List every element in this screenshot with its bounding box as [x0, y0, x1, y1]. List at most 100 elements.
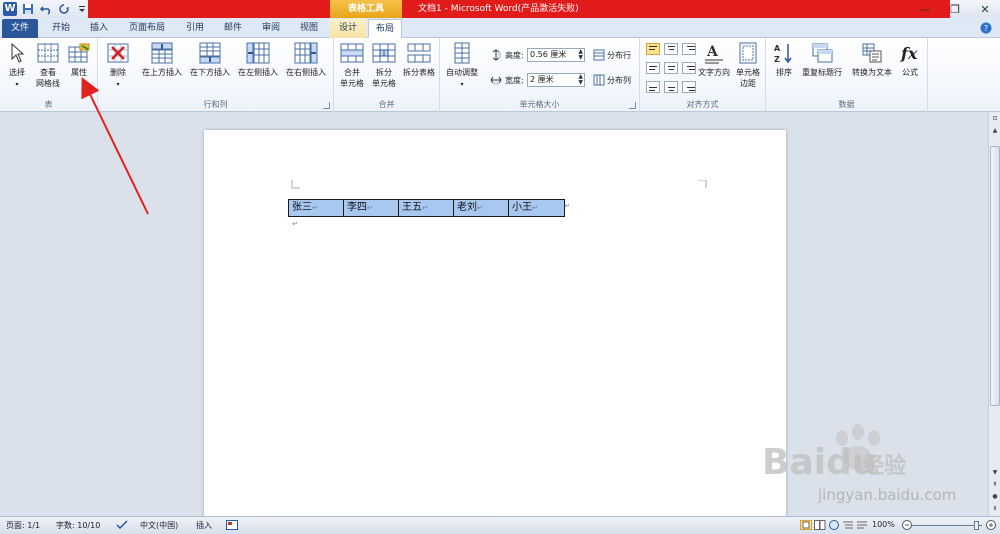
insert-below-button[interactable]: 在下方插入: [186, 41, 234, 78]
split-label-2: 单元格: [372, 79, 396, 88]
align-middle-left-button[interactable]: [646, 62, 660, 74]
outline-view-icon[interactable]: [842, 520, 854, 532]
split-table-button[interactable]: 拆分表格: [400, 41, 438, 78]
scroll-up-arrow-icon[interactable]: ▲: [990, 126, 1000, 136]
text-direction-button[interactable]: A 文字方向: [696, 41, 732, 78]
vertical-scrollbar[interactable]: ⊡ ▲ ▼ ⇞ ● ⇟: [988, 112, 1000, 516]
cell-size-dialog-launcher[interactable]: [629, 102, 636, 109]
quick-access-toolbar: W: [0, 0, 90, 18]
width-input[interactable]: 2 厘米 ▲ ▼: [527, 73, 585, 87]
word-logo-icon[interactable]: W: [2, 1, 18, 17]
convert-to-text-button[interactable]: 转换为文本: [848, 41, 896, 78]
page-count[interactable]: 页面: 1/1: [6, 520, 40, 531]
proofing-icon[interactable]: [116, 520, 128, 532]
zoom-in-icon[interactable]: [986, 520, 996, 532]
properties-button[interactable]: 属性: [64, 41, 94, 78]
help-icon[interactable]: ?: [978, 20, 994, 36]
align-top-left-button[interactable]: [646, 43, 660, 55]
zoom-slider-knob[interactable]: [974, 521, 979, 530]
table-cell[interactable]: 李四↵: [344, 200, 399, 216]
tab-home[interactable]: 开始: [46, 19, 76, 38]
merge-cells-button[interactable]: 合并 单元格: [336, 41, 368, 89]
table-cell[interactable]: 小王↵: [509, 200, 564, 216]
height-spinner-arrows[interactable]: ▲ ▼: [578, 49, 583, 61]
full-screen-reading-view-icon[interactable]: [814, 520, 826, 532]
zoom-level[interactable]: 100%: [872, 520, 895, 529]
align-middle-center-button[interactable]: [664, 62, 678, 74]
insert-mode-indicator[interactable]: 插入: [196, 520, 212, 531]
tab-layout[interactable]: 布局: [368, 19, 402, 38]
align-top-right-button[interactable]: [682, 43, 696, 55]
select-button[interactable]: 选择 ▾: [2, 41, 32, 90]
group-label-cell-size: 单元格大小: [519, 100, 560, 109]
repeat-header-icon: [810, 41, 834, 65]
scrollbar-thumb[interactable]: [990, 146, 1000, 406]
group-rows-columns: 删除 ▾ 在上方插入 在下方插入 在左侧插入 在右侧插入 行和列: [98, 38, 334, 112]
minimize-button[interactable]: —: [910, 0, 940, 18]
redo-icon[interactable]: [56, 1, 72, 17]
tab-design[interactable]: 设计: [330, 19, 366, 38]
previous-page-icon[interactable]: ⇞: [990, 480, 1000, 490]
width-label: 宽度:: [505, 75, 524, 85]
split-label-1: 拆分: [376, 68, 392, 77]
view-gridlines-button[interactable]: 查看 网格线: [32, 41, 64, 89]
svg-text:A: A: [706, 44, 719, 60]
sort-az-icon: AZ: [772, 41, 796, 65]
tab-page-layout[interactable]: 页面布局: [122, 19, 172, 38]
tab-review[interactable]: 审阅: [256, 19, 286, 38]
tab-references[interactable]: 引用: [180, 19, 210, 38]
close-button[interactable]: ✕: [970, 0, 1000, 18]
align-bottom-left-button[interactable]: [646, 81, 660, 93]
macro-record-icon[interactable]: [226, 520, 238, 532]
autofit-button[interactable]: 自动调整 ▾: [442, 41, 482, 90]
cell-margins-button[interactable]: 单元格 边距: [732, 41, 764, 89]
scroll-down-arrow-icon[interactable]: ▼: [990, 468, 1000, 478]
select-browse-object-icon[interactable]: ●: [990, 492, 1000, 502]
insert-above-label: 在上方插入: [142, 68, 182, 77]
zoom-out-icon[interactable]: [902, 520, 912, 532]
undo-icon[interactable]: [38, 1, 54, 17]
height-input[interactable]: 0.56 厘米 ▲ ▼: [527, 48, 585, 62]
tab-view[interactable]: 视图: [294, 19, 324, 38]
split-cells-button[interactable]: 拆分 单元格: [368, 41, 400, 89]
language-indicator[interactable]: 中文(中国): [140, 520, 178, 531]
word-table[interactable]: 张三↵ 李四↵ 王五↵ 老刘↵ 小王↵: [288, 199, 565, 217]
align-bottom-center-button[interactable]: [664, 81, 678, 93]
sort-button[interactable]: AZ 排序: [770, 41, 798, 78]
word-count[interactable]: 字数: 10/10: [56, 520, 100, 531]
insert-right-button[interactable]: 在右侧插入: [282, 41, 330, 78]
table-cell[interactable]: 老刘↵: [454, 200, 509, 216]
ruler-toggle-icon[interactable]: ⊡: [990, 114, 1000, 124]
height-value: 0.56 厘米: [530, 50, 567, 59]
align-top-center-button[interactable]: [664, 43, 678, 55]
formula-button[interactable]: fx 公式: [896, 41, 924, 78]
zoom-slider[interactable]: [912, 521, 982, 530]
align-bottom-right-button[interactable]: [682, 81, 696, 93]
cell-end-mark: ↵: [532, 204, 538, 212]
align-middle-right-button[interactable]: [682, 62, 696, 74]
formula-label: 公式: [902, 68, 918, 77]
table-cell[interactable]: 张三↵: [289, 200, 344, 216]
restore-button[interactable]: ❐: [940, 0, 970, 18]
distribute-columns-button[interactable]: 分布列: [593, 72, 631, 88]
group-label-merge: 合并: [378, 100, 395, 109]
tab-mailings[interactable]: 邮件: [218, 19, 248, 38]
distribute-rows-button[interactable]: 分布行: [593, 47, 631, 63]
web-layout-view-icon[interactable]: [828, 520, 840, 532]
next-page-icon[interactable]: ⇟: [990, 504, 1000, 514]
print-layout-view-icon[interactable]: [800, 520, 812, 532]
window-title: 文档1 - Microsoft Word(产品激活失败): [418, 4, 579, 14]
draft-view-icon[interactable]: [856, 520, 868, 532]
tab-insert[interactable]: 插入: [84, 19, 114, 38]
document-page[interactable]: 张三↵ 李四↵ 王五↵ 老刘↵ 小王↵ ↵ ↵: [204, 130, 786, 516]
width-spinner-arrows[interactable]: ▲ ▼: [578, 74, 583, 86]
repeat-header-rows-button[interactable]: 重复标题行: [798, 41, 846, 78]
insert-above-button[interactable]: 在上方插入: [138, 41, 186, 78]
rows-columns-dialog-launcher[interactable]: [323, 102, 330, 109]
tab-file[interactable]: 文件: [2, 19, 38, 38]
table-cell[interactable]: 王五↵: [399, 200, 454, 216]
delete-button[interactable]: 删除 ▾: [102, 41, 134, 90]
document-canvas[interactable]: 张三↵ 李四↵ 王五↵ 老刘↵ 小王↵ ↵ ↵: [0, 112, 988, 516]
insert-left-button[interactable]: 在左侧插入: [234, 41, 282, 78]
save-icon[interactable]: [20, 1, 36, 17]
